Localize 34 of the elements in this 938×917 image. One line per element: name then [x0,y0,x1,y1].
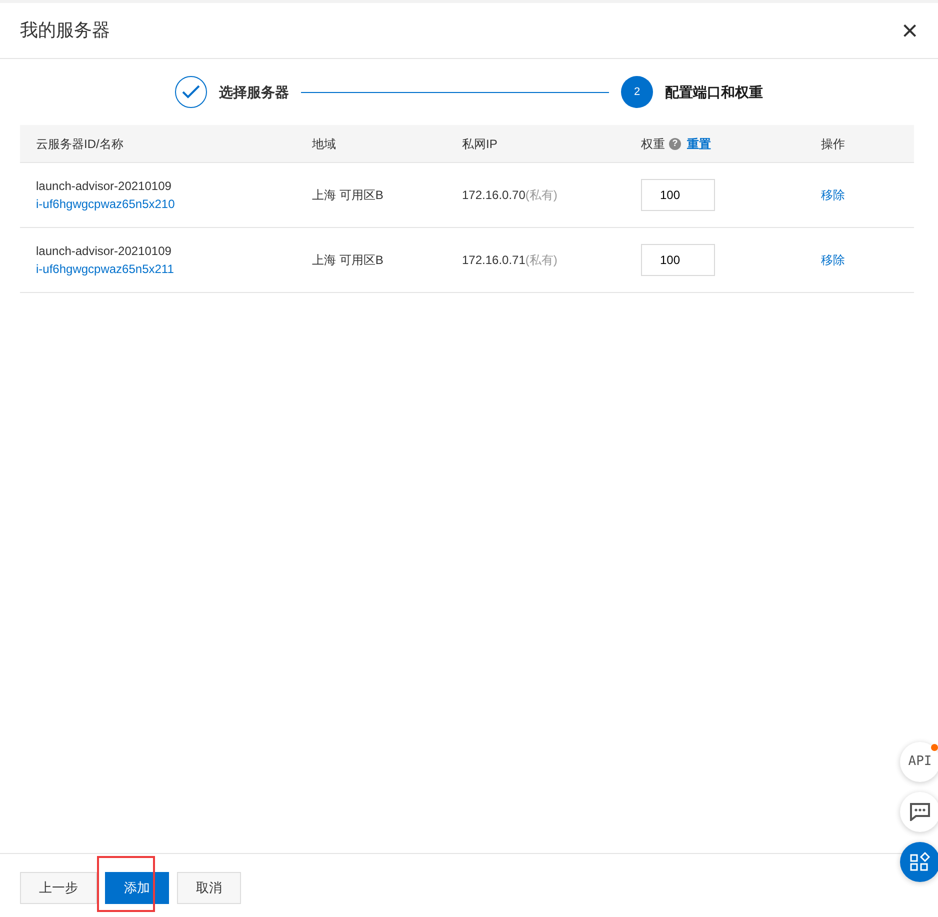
column-header: 权重 [641,136,665,152]
remove-link[interactable]: 移除 [821,188,845,202]
ip-type: (私有) [525,188,558,202]
close-button[interactable]: × [902,16,918,44]
server-id-link[interactable]: i-uf6hgwgcpwaz65n5x210 [36,197,175,211]
apps-button[interactable] [900,842,938,882]
region-cell: 上海 可用区B [312,253,384,267]
step-label: 配置端口和权重 [665,82,763,102]
server-id-link[interactable]: i-uf6hgwgcpwaz65n5x211 [36,262,174,276]
remove-link[interactable]: 移除 [821,253,845,267]
footer-button[interactable]: 取消 [177,872,241,904]
footer-button[interactable]: 上一步 [20,872,97,904]
apps-icon [910,852,930,872]
server-name: launch-advisor-20210109 [36,243,172,260]
column-header: 地域 [312,136,336,152]
footer-button[interactable]: 添加 [105,872,169,904]
ip-address: 172.16.0.70 [462,188,526,202]
dialog-title: 我的服务器 [20,19,110,42]
column-header: 操作 [821,136,845,152]
weight-input[interactable]: 100 [641,179,715,211]
chat-icon [910,803,930,821]
reset-link[interactable]: 重置 [687,134,711,152]
ip-type: (私有) [525,253,558,267]
step-label: 选择服务器 [219,82,289,102]
ip-address: 172.16.0.71 [462,253,526,267]
server-name: launch-advisor-20210109 [36,178,172,195]
step-number: 2 [621,76,653,108]
help-icon: ? [669,138,681,150]
column-header: 云服务器ID/名称 [36,136,124,152]
weight-input[interactable]: 100 [641,244,715,276]
chat-button[interactable] [900,792,938,832]
api-button[interactable]: API [900,742,938,782]
region-cell: 上海 可用区B [312,188,384,202]
column-header: 私网IP [462,136,498,152]
